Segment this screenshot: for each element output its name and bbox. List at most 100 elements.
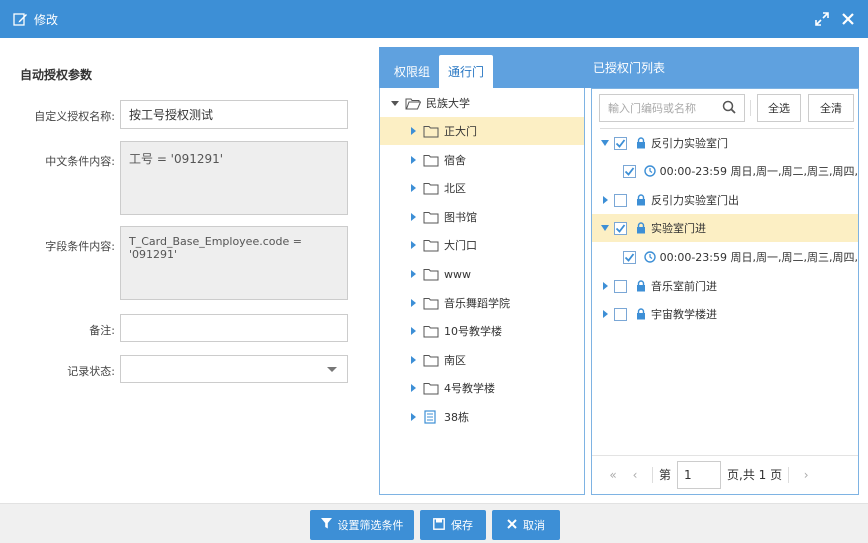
- caret-down-icon[interactable]: [600, 225, 610, 231]
- tree-item-label: 正大门: [444, 125, 477, 138]
- caret-right-icon[interactable]: [408, 156, 418, 164]
- door-label: 实验室门进: [651, 222, 706, 235]
- tree-root-label: 民族大学: [426, 97, 470, 110]
- tree-item-label: 38栋: [444, 411, 469, 424]
- tab-permission-group[interactable]: 权限组: [385, 55, 439, 88]
- door-schedule-item[interactable]: 00:00-23:59 周日,周一,周二,周三,周四,: [592, 157, 858, 185]
- set-filter-button[interactable]: 设置筛选条件: [310, 510, 414, 540]
- cancel-button[interactable]: 取消: [492, 510, 560, 540]
- caret-right-icon[interactable]: [408, 413, 418, 421]
- caret-right-icon[interactable]: [408, 213, 418, 221]
- caret-right-icon[interactable]: [408, 384, 418, 392]
- clock-icon: [643, 165, 656, 177]
- door-item[interactable]: 反引力实验室门出: [592, 186, 858, 214]
- tree-item[interactable]: 大门口: [380, 231, 584, 259]
- caret-right-icon[interactable]: [408, 299, 418, 307]
- divider: [652, 466, 653, 483]
- tab-authorized-doors[interactable]: 已授权门列表: [585, 51, 674, 84]
- area-tree: 民族大学 正大门 宿舍 北区 图书馆 大门口 www 音乐舞蹈学院 10号教学楼…: [380, 89, 584, 493]
- door-search-input[interactable]: 輸入门编码或名称: [599, 94, 745, 122]
- name-field[interactable]: 按工号授权测试: [120, 100, 348, 129]
- select-all-button[interactable]: 全选: [757, 94, 801, 122]
- field-condition-row: 字段条件内容: T_Card_Base_Employee.code = '091…: [0, 226, 378, 301]
- form-panel: 自动授权参数 自定义授权名称: 按工号授权测试 中文条件内容: 工号 = '09…: [0, 38, 378, 502]
- door-item[interactable]: 宇宙教学楼进: [592, 300, 858, 328]
- tab-bar-extension: 已授权门列表: [585, 47, 859, 88]
- door-schedule-item[interactable]: 00:00-23:59 周日,周一,周二,周三,周四,: [592, 243, 858, 271]
- schedule-label: 00:00-23:59 周日,周一,周二,周三,周四,: [659, 251, 858, 264]
- caret-down-icon[interactable]: [390, 99, 400, 107]
- door-checkbox[interactable]: [614, 307, 627, 321]
- lock-icon: [635, 308, 647, 320]
- door-checkbox[interactable]: [614, 221, 627, 235]
- door-item[interactable]: 反引力实验室门: [592, 129, 858, 157]
- field-condition-field[interactable]: T_Card_Base_Employee.code = '091291': [120, 226, 348, 300]
- remark-field[interactable]: [120, 314, 348, 342]
- tree-item-label: 音乐舞蹈学院: [444, 297, 510, 310]
- door-item[interactable]: 音乐室前门进: [592, 272, 858, 300]
- clear-all-button[interactable]: 全清: [808, 94, 854, 122]
- tree-item-label: 4号教学楼: [444, 382, 495, 395]
- schedule-checkbox[interactable]: [622, 164, 636, 178]
- section-title: 自动授权参数: [20, 68, 93, 82]
- schedule-checkbox[interactable]: [622, 250, 636, 264]
- schedule-label: 00:00-23:59 周日,周一,周二,周三,周四,: [659, 165, 858, 178]
- tree-item[interactable]: 音乐舞蹈学院: [380, 289, 584, 317]
- cn-condition-field[interactable]: 工号 = '091291': [120, 141, 348, 215]
- tree-item[interactable]: 南区: [380, 346, 584, 374]
- caret-right-icon[interactable]: [600, 310, 610, 318]
- maximize-icon[interactable]: [814, 11, 830, 27]
- tree-item[interactable]: 正大门: [380, 117, 584, 145]
- page-number-input[interactable]: 1: [677, 460, 722, 489]
- door-checkbox[interactable]: [614, 279, 627, 293]
- cancel-label: 取消: [523, 519, 545, 532]
- tree-item-label: 10号教学楼: [444, 325, 502, 338]
- save-label: 保存: [451, 519, 473, 532]
- lock-icon: [635, 222, 647, 234]
- caret-right-icon[interactable]: [408, 356, 418, 364]
- caret-right-icon[interactable]: [408, 270, 418, 278]
- chevron-down-icon: [327, 367, 337, 372]
- next-page-icon[interactable]: ›: [795, 468, 817, 482]
- tree-root[interactable]: 民族大学: [380, 89, 584, 117]
- door-label: 反引力实验室门出: [651, 194, 739, 207]
- folder-icon: [423, 238, 439, 252]
- tree-item[interactable]: 38栋: [380, 403, 584, 431]
- window-title: 修改: [34, 12, 59, 27]
- folder-icon: [423, 381, 439, 395]
- caret-right-icon[interactable]: [408, 327, 418, 335]
- status-label: 记录状态:: [67, 365, 115, 378]
- tree-item-label: 图书馆: [444, 211, 477, 224]
- caret-down-icon[interactable]: [600, 140, 610, 146]
- search-icon[interactable]: [722, 100, 736, 117]
- set-filter-label: 设置筛选条件: [337, 519, 404, 532]
- tab-doors[interactable]: 通行门: [439, 55, 494, 88]
- tree-item[interactable]: 宿舍: [380, 146, 584, 174]
- caret-right-icon[interactable]: [408, 241, 418, 249]
- tree-item[interactable]: 北区: [380, 174, 584, 202]
- footer: 设置筛选条件 保存 取消: [0, 503, 868, 543]
- door-checkbox[interactable]: [614, 193, 627, 207]
- first-page-icon[interactable]: «: [602, 468, 624, 482]
- tree-item[interactable]: 4号教学楼: [380, 374, 584, 402]
- caret-right-icon[interactable]: [408, 184, 418, 192]
- save-button[interactable]: 保存: [420, 510, 486, 540]
- lock-icon: [635, 194, 647, 206]
- caret-right-icon[interactable]: [600, 282, 610, 290]
- tree-item[interactable]: 10号教学楼: [380, 317, 584, 345]
- prev-page-icon[interactable]: ‹: [624, 468, 646, 482]
- building-icon: [423, 410, 439, 424]
- tree-item[interactable]: 图书馆: [380, 203, 584, 231]
- folder-icon: [423, 124, 439, 138]
- tree-item[interactable]: www: [380, 260, 584, 288]
- save-icon: [433, 517, 445, 533]
- folder-icon: [423, 153, 439, 167]
- caret-right-icon[interactable]: [600, 196, 610, 204]
- door-search-placeholder: 輸入门编码或名称: [608, 102, 696, 115]
- close-icon[interactable]: [840, 11, 856, 27]
- folder-icon: [423, 267, 439, 281]
- door-item[interactable]: 实验室门进: [592, 214, 858, 242]
- status-select[interactable]: [120, 355, 348, 383]
- door-checkbox[interactable]: [614, 136, 627, 150]
- caret-right-icon[interactable]: [408, 127, 418, 135]
